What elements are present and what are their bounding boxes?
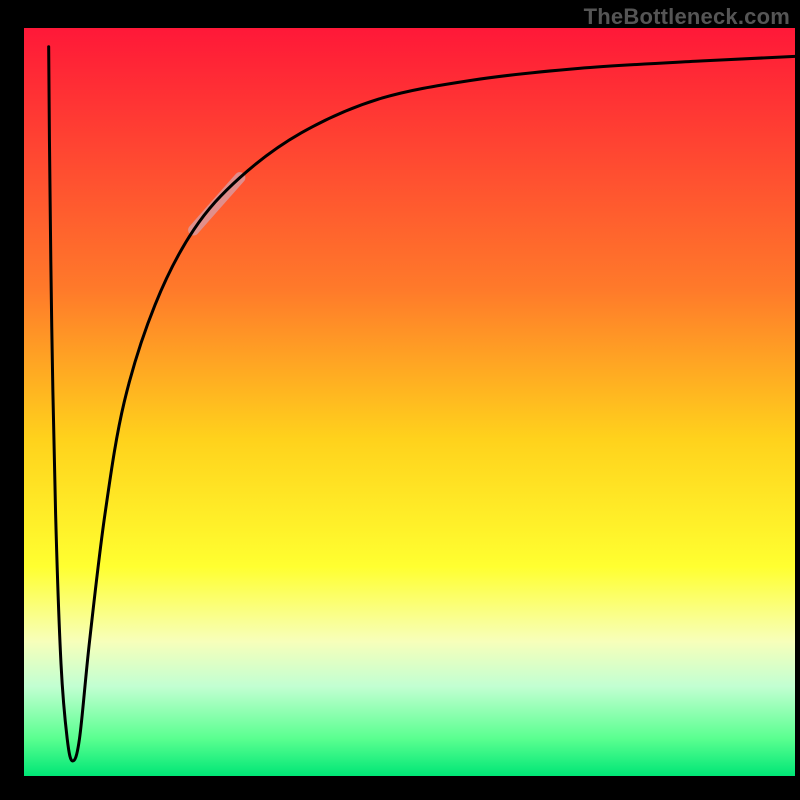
watermark-text: TheBottleneck.com xyxy=(584,4,790,30)
chart-root: TheBottleneck.com xyxy=(0,0,800,800)
bottleneck-chart xyxy=(0,0,800,800)
plot-background xyxy=(24,28,795,776)
